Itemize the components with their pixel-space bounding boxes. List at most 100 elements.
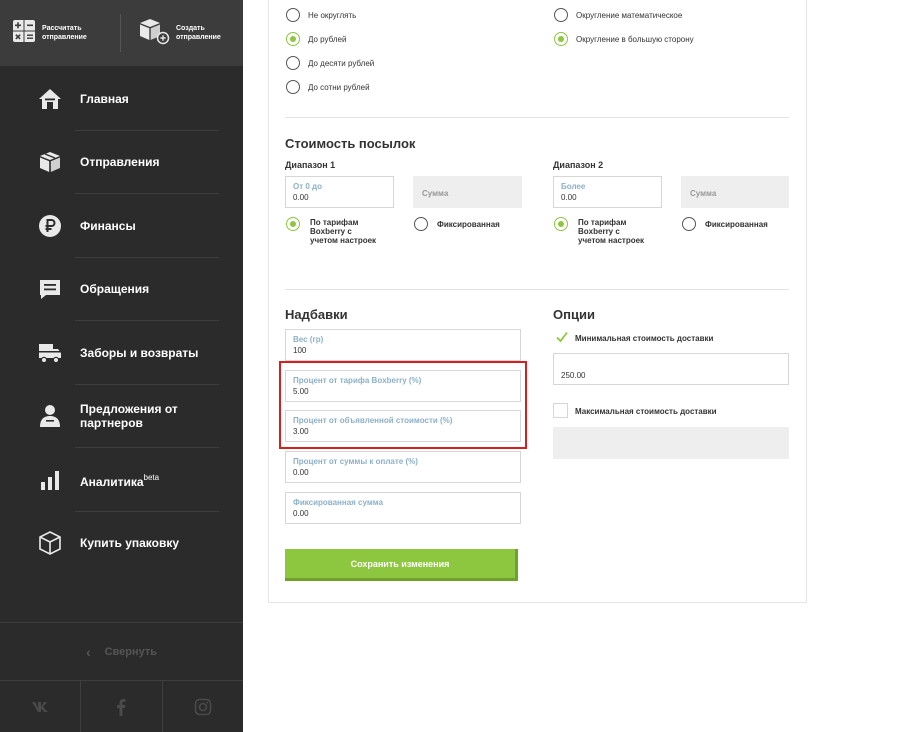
field-value: 100 — [293, 346, 307, 355]
radio-label: До десяти рублей — [308, 59, 375, 68]
sidebar-item-pickups[interactable]: Заборы и возвраты — [0, 321, 243, 385]
radio-round-up[interactable] — [554, 32, 568, 46]
create-line1: Создать — [176, 25, 205, 32]
min-delivery-field[interactable]: 250.00 — [553, 353, 789, 385]
sidebar-item-buy-packaging[interactable]: Купить упаковку — [0, 512, 243, 576]
beta-badge: beta — [143, 472, 160, 482]
radio-math-rounding[interactable] — [554, 8, 568, 22]
sidebar-item-label: Обращения — [80, 282, 150, 297]
analytics-label: Аналитика — [80, 474, 144, 489]
field-value: 0.00 — [293, 193, 309, 202]
sidebar-top-actions: Рассчитать отправление Создать отправлен… — [0, 0, 243, 66]
section-divider — [285, 289, 789, 290]
save-button[interactable]: Сохранить изменения — [285, 549, 518, 581]
chat-icon — [37, 276, 63, 302]
max-delivery-checkbox[interactable] — [553, 403, 568, 418]
range1-radio-tariff[interactable] — [286, 217, 300, 231]
highlight-box — [279, 361, 527, 449]
max-delivery-label: Максимальная стоимость доставки — [575, 407, 717, 416]
range2-title: Диапазон 2 — [553, 160, 604, 170]
radio-to-tens[interactable] — [286, 56, 300, 70]
field-label: Фиксированная сумма — [293, 498, 384, 507]
partners-line1: Предложения от — [80, 402, 178, 417]
calculate-shipment-button[interactable]: Рассчитать отправление — [12, 0, 87, 66]
sidebar-item-label: Главная — [80, 91, 129, 106]
collapse-label: Свернуть — [104, 645, 158, 658]
chevron-left-icon: ‹ — [85, 643, 91, 660]
range1-from-field[interactable]: От 0 до 0.00 — [285, 176, 394, 208]
sidebar-collapse-button[interactable]: ‹ Свернуть — [0, 622, 243, 680]
create-shipment-label: Создать отправление — [176, 24, 221, 42]
field-placeholder: Сумма — [690, 189, 717, 198]
field-placeholder: Сумма — [422, 189, 449, 198]
radio-to-rubles[interactable] — [286, 32, 300, 46]
field-label: От 0 до — [293, 182, 322, 191]
range1-fixed-label: Фиксированная — [437, 220, 500, 229]
vk-icon[interactable] — [0, 681, 82, 732]
facebook-icon[interactable] — [81, 681, 163, 732]
box-icon — [37, 530, 63, 556]
range1-radio-fixed[interactable] — [414, 217, 428, 231]
analytics-icon — [37, 467, 63, 493]
create-line2: отправление — [176, 34, 221, 41]
partners-line2: партнеров — [80, 416, 143, 431]
partners-icon — [37, 403, 63, 429]
field-value: 0.00 — [561, 193, 577, 202]
calculator-icon — [12, 19, 36, 48]
calculate-line2: отправление — [42, 34, 87, 41]
field-label: Процент от суммы к оплате (%) — [293, 457, 418, 466]
checkmark-icon — [556, 331, 568, 343]
tariff-line: Boxberry с — [578, 227, 620, 236]
range2-from-field[interactable]: Более 0.00 — [553, 176, 662, 208]
ruble-icon — [37, 213, 63, 239]
parcel-cost-title: Стоимость посылок — [285, 136, 416, 151]
range2-sum-field[interactable]: Сумма — [681, 176, 789, 208]
fixed-sum-field[interactable]: Фиксированная сумма 0.00 — [285, 492, 521, 524]
parcels-icon — [37, 149, 63, 175]
sidebar-item-analytics[interactable]: Аналитикаbeta — [0, 448, 243, 512]
sidebar-item-label: Финансы — [80, 218, 136, 233]
instagram-icon[interactable] — [163, 681, 243, 732]
radio-label: Округление математическое — [576, 11, 683, 20]
range2-radio-tariff[interactable] — [554, 217, 568, 231]
truck-icon — [37, 340, 63, 366]
min-delivery-label: Минимальная стоимость доставки — [575, 334, 714, 343]
sidebar-item-shipments[interactable]: Отправления — [0, 131, 243, 194]
sidebar: Рассчитать отправление Создать отправлен… — [0, 0, 243, 732]
sidebar-item-requests[interactable]: Обращения — [0, 258, 243, 321]
max-delivery-field[interactable] — [553, 427, 789, 459]
range1-tariff-label: По тарифам Boxberry с учетом настроек — [310, 218, 376, 245]
radio-no-rounding[interactable] — [286, 8, 300, 22]
field-value: 0.00 — [293, 468, 309, 477]
options-title: Опции — [553, 307, 595, 322]
sidebar-item-home[interactable]: Главная — [0, 67, 243, 131]
sidebar-item-label: Отправления — [80, 155, 160, 170]
field-label: Более — [561, 182, 586, 191]
radio-label: Округление в большую сторону — [576, 35, 694, 44]
field-value: 0.00 — [293, 509, 309, 518]
tariff-line: По тарифам — [310, 218, 359, 227]
calculate-shipment-label: Рассчитать отправление — [42, 24, 87, 42]
tariff-line: учетом настроек — [578, 236, 645, 245]
sidebar-item-label: Предложения от партнеров — [80, 402, 178, 430]
sidebar-item-finance[interactable]: Финансы — [0, 194, 243, 258]
range1-sum-field[interactable]: Сумма — [413, 176, 522, 208]
weight-field[interactable]: Вес (гр) 100 — [285, 329, 521, 361]
radio-label: До рублей — [308, 35, 347, 44]
tariff-line: По тарифам — [578, 218, 627, 227]
calculate-line1: Рассчитать — [42, 25, 82, 32]
sidebar-nav: Главная Отправления Финансы Обращения За… — [0, 67, 243, 575]
min-delivery-checkbox[interactable] — [555, 330, 569, 344]
create-parcel-icon — [136, 17, 170, 50]
top-divider — [120, 14, 121, 52]
sidebar-item-label: Заборы и возвраты — [80, 345, 199, 360]
radio-to-hundreds[interactable] — [286, 80, 300, 94]
payment-sum-percent-field[interactable]: Процент от суммы к оплате (%) 0.00 — [285, 451, 521, 483]
surcharges-title: Надбавки — [285, 307, 348, 322]
field-value: 250.00 — [561, 371, 586, 380]
section-divider — [285, 117, 789, 118]
sidebar-item-partners[interactable]: Предложения от партнеров — [0, 385, 243, 448]
range2-radio-fixed[interactable] — [682, 217, 696, 231]
create-shipment-button[interactable]: Создать отправление — [136, 0, 221, 66]
range1-title: Диапазон 1 — [285, 160, 336, 170]
